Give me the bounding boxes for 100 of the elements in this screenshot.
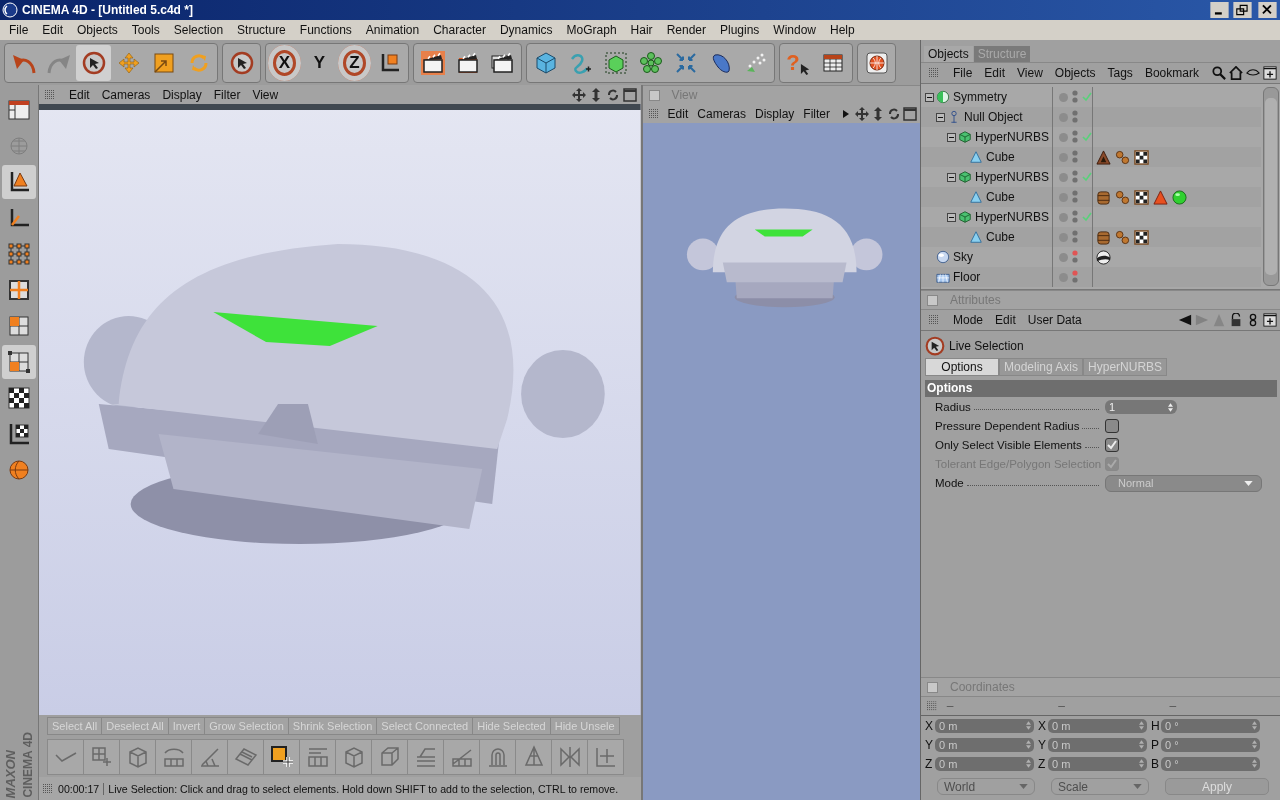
menu-item[interactable]: Structure	[230, 23, 293, 37]
menu-item[interactable]: Tags	[1103, 66, 1141, 80]
menu-item[interactable]: Render	[659, 23, 713, 37]
collapse-toggle[interactable]	[947, 172, 956, 182]
layer-dot[interactable]	[1059, 172, 1068, 182]
collapse-toggle[interactable]	[936, 112, 945, 122]
sphere-icon[interactable]	[1096, 249, 1111, 265]
visibility-dots-icon[interactable]	[1072, 89, 1078, 105]
panel-tab[interactable]: Objects	[924, 46, 973, 62]
menu-item[interactable]: Filter	[800, 106, 836, 121]
menu-item[interactable]: Animation	[358, 23, 427, 37]
axis-toggle[interactable]: Y	[302, 44, 337, 81]
menu-item[interactable]: Edit	[664, 106, 695, 121]
object-name[interactable]: HyperNURBS	[975, 170, 1049, 184]
mode-button[interactable]	[2, 345, 36, 379]
visibility-dots-icon[interactable]	[1072, 129, 1078, 145]
menu-item[interactable]: Help	[823, 23, 862, 37]
move-icon[interactable]	[571, 87, 586, 102]
check-icon[interactable]	[1082, 132, 1092, 142]
menu-item[interactable]: Window	[766, 23, 824, 37]
object-name[interactable]: Cube	[986, 190, 1015, 204]
menu-item[interactable]: Selection	[166, 23, 231, 37]
object-name[interactable]: Null Object	[964, 110, 1023, 124]
barrel-icon[interactable]	[1096, 229, 1111, 245]
visibility-dots-icon[interactable]	[1072, 269, 1078, 285]
menu-item[interactable]: Mode	[949, 313, 992, 327]
move-icon[interactable]	[855, 106, 869, 121]
barrel-icon[interactable]	[1096, 189, 1111, 205]
menu-item[interactable]: User Data	[1023, 313, 1090, 327]
object-name[interactable]: HyperNURBS	[975, 130, 1049, 144]
menu-item[interactable]: Edit	[35, 23, 71, 37]
menu-item[interactable]: Objects	[70, 23, 125, 37]
balls-icon[interactable]	[1115, 149, 1130, 165]
check-icon[interactable]	[1082, 212, 1092, 222]
minimize-icon[interactable]	[1209, 2, 1230, 18]
checkbox[interactable]	[1105, 438, 1119, 452]
rotate-icon[interactable]	[605, 87, 620, 102]
maximize-icon[interactable]	[622, 87, 637, 102]
menu-item[interactable]: File	[949, 66, 981, 80]
search-icon[interactable]	[1212, 66, 1226, 80]
visibility-dots-icon[interactable]	[1072, 189, 1078, 205]
scrollbar[interactable]	[1263, 87, 1279, 286]
toolbar-button[interactable]	[76, 44, 111, 81]
visibility-dots-icon[interactable]	[1072, 229, 1078, 245]
new-window-icon[interactable]	[1263, 66, 1277, 80]
menu-item[interactable]: Display	[158, 87, 210, 102]
menu-item[interactable]: Character	[426, 23, 493, 37]
menu-item[interactable]: Functions	[292, 23, 359, 37]
visibility-dots-icon[interactable]	[1072, 249, 1078, 265]
tab[interactable]: Options	[925, 358, 999, 376]
checker-icon[interactable]	[1134, 189, 1149, 205]
triangle-icon[interactable]	[1096, 149, 1111, 165]
panel-checkbox[interactable]	[648, 89, 660, 101]
mode-button[interactable]	[2, 165, 36, 199]
object-name[interactable]: Cube	[986, 150, 1015, 164]
layer-dot[interactable]	[1059, 252, 1068, 262]
back-arrow-icon[interactable]	[1178, 313, 1192, 327]
menu-item[interactable]: Edit	[991, 313, 1024, 327]
visibility-dots-icon[interactable]	[1072, 149, 1078, 165]
menu-item[interactable]: Display	[752, 106, 801, 121]
new-window-icon[interactable]	[1263, 313, 1277, 327]
menu-item[interactable]: Edit	[65, 87, 98, 102]
layer-dot[interactable]	[1059, 92, 1068, 102]
menu-item[interactable]: Objects	[1050, 66, 1104, 80]
balls-icon[interactable]	[1115, 189, 1130, 205]
visibility-dots-icon[interactable]	[1072, 109, 1078, 125]
object-name[interactable]: HyperNURBS	[975, 210, 1049, 224]
menu-item[interactable]: Cameras	[694, 106, 752, 121]
menu-item[interactable]: Cameras	[97, 87, 159, 102]
lock-icon[interactable]	[1229, 313, 1243, 327]
number-field[interactable]: 1	[1105, 400, 1177, 414]
collapse-toggle[interactable]	[925, 92, 934, 102]
object-name[interactable]: Cube	[986, 230, 1015, 244]
menu-item[interactable]: Bookmark	[1140, 66, 1207, 80]
menu-item[interactable]: File	[2, 23, 36, 37]
checker-icon[interactable]	[1134, 149, 1149, 165]
close-icon[interactable]	[1257, 2, 1278, 18]
axis-toggle[interactable]: X	[268, 44, 301, 81]
collapse-toggle[interactable]	[947, 212, 956, 222]
check-icon[interactable]	[1082, 172, 1092, 182]
checker-icon[interactable]	[1134, 229, 1149, 245]
object-name[interactable]: Sky	[953, 250, 973, 264]
menu-item[interactable]: Dynamics	[492, 23, 560, 37]
object-name[interactable]: Symmetry	[953, 90, 1007, 104]
menu-item[interactable]: View	[248, 87, 287, 102]
visibility-dots-icon[interactable]	[1072, 209, 1078, 225]
home-icon[interactable]	[1229, 66, 1243, 80]
checkbox[interactable]	[1105, 419, 1119, 433]
menu-item[interactable]: Filter	[209, 87, 249, 102]
check-icon[interactable]	[1082, 92, 1092, 102]
visibility-dots-icon[interactable]	[1072, 169, 1078, 185]
menu-item[interactable]: MoGraph	[559, 23, 624, 37]
collapse-toggle[interactable]	[947, 132, 956, 142]
rotate-icon[interactable]	[887, 106, 901, 121]
layer-dot[interactable]	[1059, 132, 1068, 142]
axis-toggle[interactable]: Z	[338, 44, 371, 81]
layer-dot[interactable]	[1059, 212, 1068, 222]
menu-item[interactable]: Edit	[980, 66, 1014, 80]
maximize-icon[interactable]	[903, 106, 917, 121]
menu-item[interactable]: Plugins	[713, 23, 767, 37]
